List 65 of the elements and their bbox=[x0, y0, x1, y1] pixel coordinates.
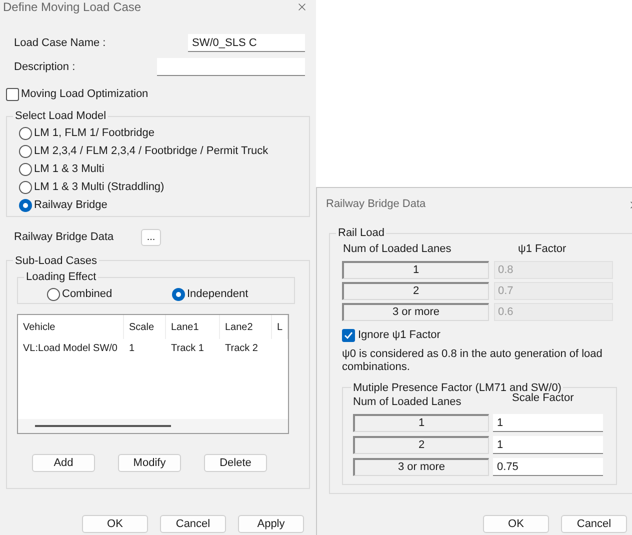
column-header[interactable]: Scale bbox=[124, 315, 166, 339]
note-text: ψ0 is considered as 0.8 in the auto generation of load combinations. bbox=[342, 348, 604, 374]
radio-label: LM 1, FLM 1/ Footbridge bbox=[34, 126, 154, 142]
field-label: Railway Bridge Data bbox=[14, 230, 115, 246]
radio-button[interactable] bbox=[19, 145, 32, 158]
dialog-button[interactable]: Apply bbox=[238, 515, 304, 533]
checkbox-label: Ignore ψ1 Factor bbox=[358, 328, 440, 344]
column-header[interactable]: Lane1 bbox=[166, 315, 220, 339]
radio-label: Independent bbox=[187, 287, 248, 302]
column-header: Num of Loaded Lanes bbox=[342, 242, 452, 258]
column-header: Scale Factor bbox=[512, 392, 574, 406]
scrollbar-thumb[interactable] bbox=[35, 425, 171, 427]
checkbox[interactable] bbox=[6, 88, 19, 100]
dialog-button[interactable]: OK bbox=[483, 515, 549, 533]
radio-button[interactable] bbox=[19, 181, 32, 194]
group-title: Rail Load bbox=[337, 226, 386, 241]
radio-label: Combined bbox=[62, 287, 112, 302]
radio-button[interactable] bbox=[172, 288, 185, 301]
input-field[interactable]: SW/0_SLS C bbox=[188, 34, 305, 52]
dialog-button[interactable]: Delete bbox=[204, 454, 267, 472]
input-field[interactable] bbox=[157, 58, 305, 76]
factor-field[interactable]: 0.75 bbox=[493, 458, 603, 476]
row-header-cell: 3 or more bbox=[342, 302, 489, 320]
group-title: Sub-Load Cases bbox=[14, 254, 98, 268]
column-header: Num of Loaded Lanes bbox=[353, 394, 462, 410]
factor-field[interactable]: 1 bbox=[493, 436, 603, 454]
checkbox[interactable] bbox=[342, 329, 355, 342]
dialog-button[interactable]: Cancel bbox=[160, 515, 226, 533]
row-header-cell: 3 or more bbox=[353, 458, 489, 476]
row-header-cell: 1 bbox=[342, 260, 489, 278]
close-icon[interactable] bbox=[296, 1, 308, 13]
radio-label: LM 1 & 3 Multi (Straddling) bbox=[34, 180, 164, 196]
window-title: Railway Bridge Data bbox=[326, 197, 426, 212]
dialog-button[interactable]: Cancel bbox=[561, 515, 627, 533]
row-header-cell: 2 bbox=[342, 282, 489, 300]
dialog-button[interactable]: OK bbox=[82, 515, 148, 533]
window-title: Define Moving Load Case bbox=[3, 0, 142, 14]
table-cell-text: 1 bbox=[128, 342, 136, 356]
column-header: ψ1 Factor bbox=[518, 242, 566, 258]
row-header-cell: 1 bbox=[353, 414, 489, 432]
radio-button[interactable] bbox=[19, 163, 32, 176]
field-label: Load Case Name : bbox=[14, 36, 106, 51]
group-title: Mutiple Presence Factor (LM71 and SW/0) bbox=[352, 380, 562, 394]
radio-button[interactable] bbox=[19, 127, 32, 140]
dialog-button[interactable]: Modify bbox=[118, 454, 181, 472]
radio-button[interactable] bbox=[47, 288, 60, 301]
radio-button[interactable] bbox=[19, 199, 32, 212]
table-cell-text: Track 2 bbox=[224, 342, 259, 356]
checkbox-label: Moving Load Optimization bbox=[21, 86, 148, 102]
group-title: Select Load Model bbox=[14, 109, 108, 124]
column-header[interactable]: Lane2 bbox=[220, 315, 272, 339]
factor-field[interactable]: 1 bbox=[493, 414, 603, 432]
radio-label: LM 2,3,4 / FLM 2,3,4 / Footbridge / Permit Truck bbox=[34, 144, 268, 160]
column-header[interactable]: L bbox=[272, 315, 288, 339]
group-title: Loading Effect bbox=[25, 270, 98, 285]
table-cell-text: Track 1 bbox=[170, 342, 205, 356]
dialog-button[interactable]: Add bbox=[32, 454, 95, 472]
radio-label: Railway Bridge bbox=[34, 198, 108, 214]
browse-button[interactable]: ... bbox=[141, 229, 161, 246]
checkmark-icon bbox=[344, 331, 353, 340]
field-label: Description : bbox=[14, 60, 76, 75]
column-header[interactable]: Vehicle bbox=[18, 315, 124, 339]
table-cell-text: VL:Load Model SW/0 bbox=[22, 342, 118, 356]
radio-label: LM 1 & 3 Multi bbox=[34, 162, 104, 178]
row-header-cell: 2 bbox=[353, 436, 489, 454]
